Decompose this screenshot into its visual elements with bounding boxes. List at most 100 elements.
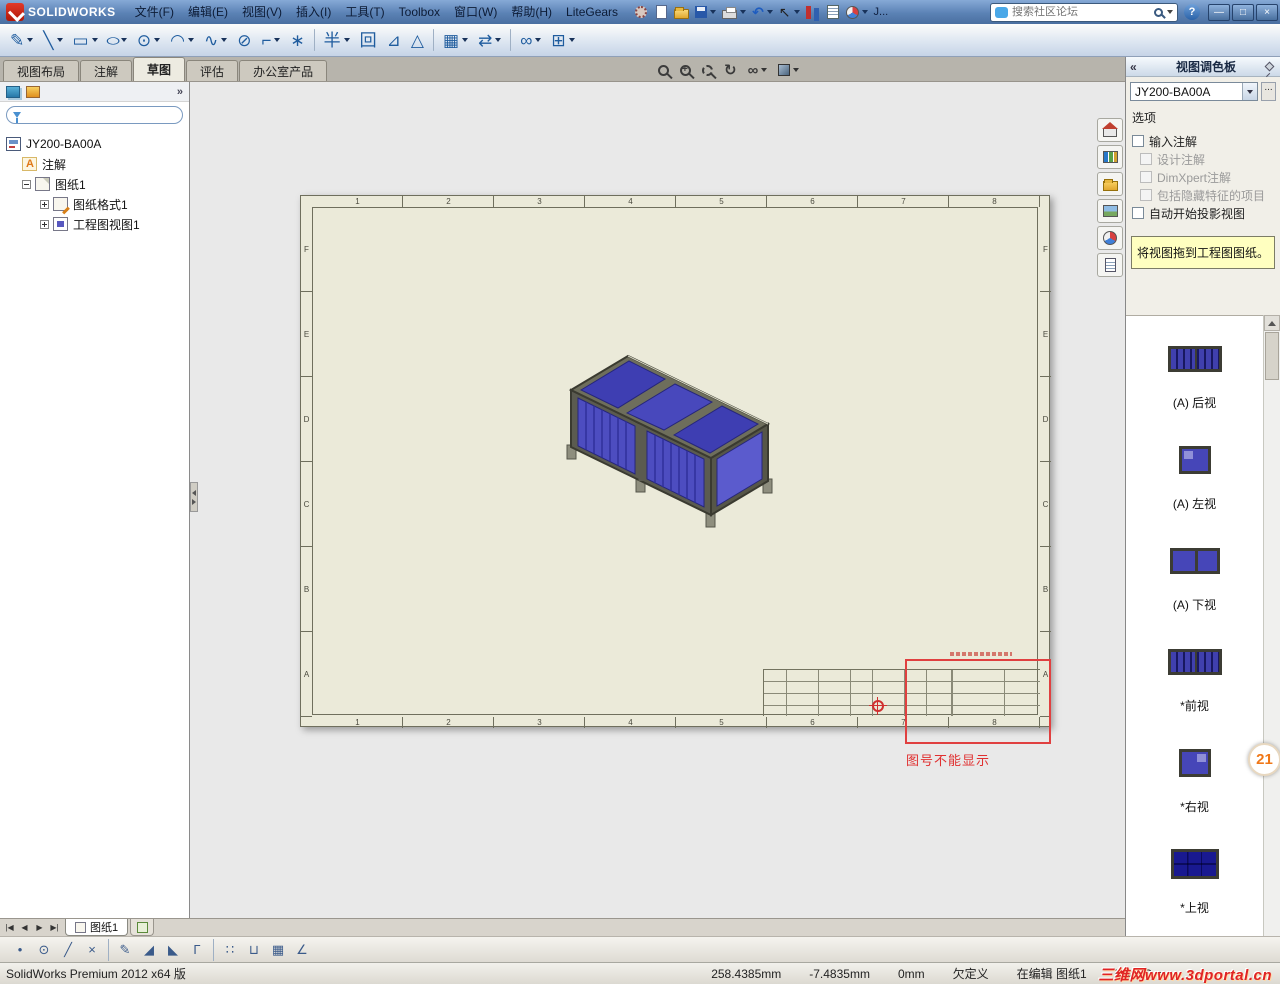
tab-annotation[interactable]: 注解	[80, 60, 133, 81]
view-thumb-back[interactable]: (A) 后视	[1126, 330, 1263, 431]
snap-intersection-icon[interactable]: ×	[81, 940, 103, 960]
drawing-view-isometric[interactable]	[556, 335, 791, 550]
tree-item-sheet-format1[interactable]: 图纸格式1	[6, 194, 189, 214]
add-sheet-tab[interactable]	[130, 919, 155, 936]
panel-expand-chevron[interactable]: »	[177, 86, 183, 98]
checkbox[interactable]	[1140, 171, 1152, 183]
checkbox[interactable]	[1132, 135, 1144, 147]
option-design-annotations[interactable]: 设计注解	[1132, 150, 1274, 168]
snap-slot-icon[interactable]: ⊔	[243, 940, 265, 960]
task-pane-scrollbar[interactable]	[1263, 315, 1280, 962]
save-button[interactable]	[693, 2, 718, 22]
rebuild-button[interactable]	[804, 2, 822, 22]
tree-filter-field[interactable]	[6, 106, 183, 124]
snap-point-icon[interactable]: •	[9, 940, 31, 960]
open-button[interactable]	[672, 2, 691, 22]
help-button[interactable]: ?	[1184, 4, 1200, 20]
view-thumb-front[interactable]: *前视	[1126, 633, 1263, 734]
task-tab-design-library[interactable]	[1097, 145, 1123, 169]
sheet-nav-button[interactable]: ▶	[32, 920, 47, 935]
menu-item[interactable]: 帮助(H)	[504, 1, 559, 23]
display-style-icon[interactable]	[778, 64, 800, 76]
zoom-area-icon[interactable]	[680, 64, 691, 76]
spline-tool-button[interactable]: ∿	[200, 27, 231, 53]
menu-item[interactable]: 文件(F)	[128, 1, 181, 23]
sketch-tool-button[interactable]	[510, 29, 512, 51]
tab-evaluate[interactable]: 评估	[186, 60, 239, 81]
menu-item[interactable]: 窗口(W)	[447, 1, 504, 23]
view-thumb-bottom[interactable]: (A) 下视	[1126, 532, 1263, 633]
dropdown-caret-icon[interactable]	[861, 10, 868, 14]
ellipse-tool-button[interactable]: ⊘	[233, 27, 255, 53]
view-thumbnail[interactable]	[1178, 734, 1211, 792]
snap-button[interactable]	[213, 938, 214, 961]
sheet-nav-button[interactable]: |◀	[2, 920, 17, 935]
menu-item[interactable]: 插入(I)	[289, 1, 338, 23]
checkbox[interactable]	[1132, 207, 1144, 219]
sketch-tool-button[interactable]: ✎	[6, 27, 37, 53]
view-thumbnail[interactable]	[1167, 633, 1222, 691]
tab-sketch[interactable]: 草图	[133, 57, 186, 81]
point-tool-button[interactable]: ∗	[286, 27, 308, 53]
arc-tool-button[interactable]: ◠	[166, 27, 198, 53]
file-properties-button[interactable]	[824, 2, 842, 22]
browse-button[interactable]: ...	[1261, 82, 1276, 101]
dropdown-caret-icon[interactable]	[56, 38, 63, 42]
tree-item-sheet1[interactable]: 图纸1	[6, 174, 189, 194]
scroll-up-button[interactable]	[1264, 315, 1280, 331]
dropdown-caret-icon[interactable]	[274, 38, 281, 42]
print-button[interactable]	[720, 2, 748, 22]
dropdown-caret-icon[interactable]	[710, 10, 717, 14]
option-dimxpert-annotations[interactable]: DimXpert注解	[1132, 168, 1274, 186]
sheet-tab-active[interactable]: 图纸1	[65, 919, 129, 936]
filter-input[interactable]	[25, 109, 176, 121]
snap-button[interactable]	[108, 938, 109, 961]
checkbox[interactable]	[1140, 153, 1152, 165]
dropdown-caret-icon[interactable]	[568, 38, 575, 42]
dropdown-caret-icon[interactable]	[495, 38, 502, 42]
mirror-entities-button[interactable]: △	[407, 27, 428, 53]
checkbox[interactable]	[1140, 189, 1152, 201]
option-auto-start-projected-view[interactable]: 自动开始投影视图	[1132, 204, 1274, 222]
toolbar-overflow-button[interactable]: J...	[872, 2, 891, 22]
search-input[interactable]	[1012, 6, 1150, 18]
sketch-tool-button[interactable]	[432, 29, 434, 51]
collapse-pane-button[interactable]: «	[1130, 60, 1146, 74]
sheet-nav-button[interactable]: ◀	[17, 920, 32, 935]
view-thumb-left[interactable]: (A) 左视	[1126, 431, 1263, 532]
fillet-tool-button[interactable]: ⌐	[257, 27, 284, 53]
dropdown-caret-icon[interactable]	[27, 38, 34, 42]
menu-item[interactable]: 工具(T)	[338, 1, 391, 23]
dropdown-caret-icon[interactable]	[343, 38, 350, 42]
snap-hv-icon[interactable]: Γ	[186, 940, 208, 960]
pin-icon[interactable]	[1264, 61, 1275, 72]
new-document-button[interactable]	[652, 2, 670, 22]
slot-tool-button[interactable]: ○	[104, 27, 131, 53]
expander-icon[interactable]	[40, 199, 49, 209]
snap-center-icon[interactable]: ⊙	[33, 940, 55, 960]
feature-manager-tab-icon[interactable]	[6, 85, 20, 98]
tree-item-annotations[interactable]: A 注解	[6, 154, 189, 174]
view-thumbnail[interactable]	[1169, 532, 1220, 590]
dropdown-caret-icon[interactable]	[761, 68, 768, 72]
move-entities-button[interactable]: ⇄	[474, 27, 505, 53]
minimize-button[interactable]: —	[1208, 3, 1230, 21]
appearances-button[interactable]	[844, 2, 870, 22]
circle-tool-button[interactable]: ⊙	[133, 27, 164, 53]
menu-item[interactable]: 编辑(E)	[181, 1, 235, 23]
dropdown-caret-icon[interactable]	[221, 38, 228, 42]
task-tab-custom-properties[interactable]	[1097, 253, 1123, 277]
convert-entities-button[interactable]: 回	[356, 27, 381, 53]
menu-item[interactable]: Toolbox	[392, 1, 447, 23]
menu-item[interactable]: LiteGears	[559, 1, 625, 23]
menu-item[interactable]: 视图(V)	[235, 1, 289, 23]
snap-grid-icon[interactable]: ∷	[219, 940, 241, 960]
snap-perpendicular-icon[interactable]: ◣	[162, 940, 184, 960]
tab-office-products[interactable]: 办公室产品	[239, 60, 328, 81]
dropdown-caret-icon[interactable]	[740, 10, 747, 14]
hide-show-items-icon[interactable]: ∞	[748, 62, 768, 79]
scrollbar-thumb[interactable]	[1265, 332, 1279, 380]
option-import-annotations[interactable]: 输入注解	[1132, 132, 1274, 150]
dropdown-caret-icon[interactable]	[1242, 83, 1257, 100]
dropdown-caret-icon[interactable]	[187, 38, 194, 42]
